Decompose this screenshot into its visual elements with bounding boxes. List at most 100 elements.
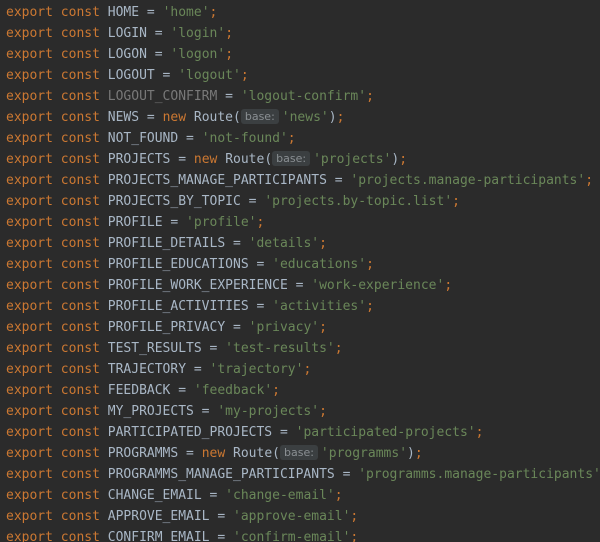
assign-operator: = — [139, 110, 163, 125]
code-line[interactable]: export const PARTICIPATED_PROJECTS = 'pa… — [6, 422, 600, 443]
code-line[interactable]: export const HOME = 'home'; — [6, 2, 600, 23]
assign-operator: = — [209, 509, 233, 524]
keyword-export: export — [6, 278, 53, 293]
keyword-const: const — [60, 152, 100, 167]
constant-name: PROGRAMMS — [107, 446, 179, 461]
constant-name: LOGON — [107, 47, 147, 62]
semicolon: ; — [350, 530, 359, 542]
code-line[interactable]: export const PROFILE_WORK_EXPERIENCE = '… — [6, 275, 600, 296]
keyword-const: const — [60, 383, 100, 398]
string-literal: 'privacy' — [248, 320, 320, 335]
semicolon: ; — [399, 152, 408, 167]
code-line[interactable]: export const PROJECTS_MANAGE_PARTICIPANT… — [6, 170, 600, 191]
constant-name: PROFILE_WORK_EXPERIENCE — [107, 278, 288, 293]
keyword-const: const — [60, 509, 100, 524]
constant-name: NOT_FOUND — [107, 131, 179, 146]
code-line[interactable]: export const PROFILE_ACTIVITIES = 'activ… — [6, 296, 600, 317]
code-line[interactable]: export const PROJECTS = new Route(base: '… — [6, 149, 600, 170]
close-paren: ) — [328, 110, 337, 125]
string-literal: 'work-experience' — [311, 278, 445, 293]
keyword-export: export — [6, 383, 53, 398]
constant-name: PROFILE_DETAILS — [107, 236, 226, 251]
string-literal: 'my-projects' — [217, 404, 320, 419]
keyword-const: const — [60, 5, 100, 20]
code-line[interactable]: export const NEWS = new Route(base:'news… — [6, 107, 600, 128]
semicolon: ; — [303, 362, 312, 377]
constant-name: NEWS — [107, 110, 140, 125]
keyword-const: const — [60, 131, 100, 146]
keyword-const: const — [60, 89, 100, 104]
keyword-const: const — [60, 194, 100, 209]
keyword-const: const — [60, 215, 100, 230]
string-literal: 'activities' — [272, 299, 367, 314]
assign-operator: = — [154, 68, 179, 83]
code-line[interactable]: export const PROGRAMMS = new Route(base:… — [6, 443, 600, 464]
keyword-export: export — [6, 89, 53, 104]
code-line[interactable]: export const PROGRAMMS_MANAGE_PARTICIPAN… — [6, 464, 600, 485]
constant-name: LOGIN — [107, 26, 147, 41]
code-line[interactable]: export const CONFIRM_EMAIL = 'confirm-em… — [6, 527, 600, 542]
keyword-const: const — [60, 425, 100, 440]
string-literal: 'logon' — [170, 47, 226, 62]
keyword-export: export — [6, 404, 53, 419]
constant-name: TRAJECTORY — [107, 362, 187, 377]
code-line[interactable]: export const PROFILE_DETAILS = 'details'… — [6, 233, 600, 254]
keyword-const: const — [60, 68, 100, 83]
constant-name: PROFILE — [107, 215, 163, 230]
assign-operator: = — [272, 425, 296, 440]
keyword-const: const — [60, 257, 100, 272]
code-line[interactable]: export const MY_PROJECTS = 'my-projects'… — [6, 401, 600, 422]
code-line[interactable]: export const PROFILE = 'profile'; — [6, 212, 600, 233]
keyword-export: export — [6, 467, 53, 482]
code-line[interactable]: export const APPROVE_EMAIL = 'approve-em… — [6, 506, 600, 527]
keyword-export: export — [6, 47, 53, 62]
code-line[interactable]: export const PROFILE_EDUCATIONS = 'educa… — [6, 254, 600, 275]
code-line[interactable]: export const LOGOUT = 'logout'; — [6, 65, 600, 86]
code-line[interactable]: export const LOGON = 'logon'; — [6, 44, 600, 65]
constant-name: MY_PROJECTS — [107, 404, 194, 419]
code-line[interactable]: export const TRAJECTORY = 'trajectory'; — [6, 359, 600, 380]
semicolon: ; — [585, 173, 594, 188]
code-line[interactable]: export const CHANGE_EMAIL = 'change-emai… — [6, 485, 600, 506]
code-line[interactable]: export const LOGIN = 'login'; — [6, 23, 600, 44]
keyword-const: const — [60, 47, 100, 62]
assign-operator: = — [201, 341, 226, 356]
code-line[interactable]: export const LOGOUT_CONFIRM = 'logout-co… — [6, 86, 600, 107]
keyword-export: export — [6, 110, 53, 125]
string-literal: 'logout-confirm' — [240, 89, 367, 104]
string-literal: 'programms.manage-participants' — [358, 467, 600, 482]
code-line[interactable]: export const PROJECTS_BY_TOPIC = 'projec… — [6, 191, 600, 212]
constant-name: FEEDBACK — [107, 383, 171, 398]
string-literal: 'projects.manage-participants' — [350, 173, 586, 188]
keyword-const: const — [60, 320, 100, 335]
keyword-export: export — [6, 215, 53, 230]
semicolon: ; — [414, 446, 423, 461]
constant-name: PROJECTS_BY_TOPIC — [107, 194, 241, 209]
keyword-export: export — [6, 488, 53, 503]
keyword-const: const — [60, 299, 100, 314]
open-paren: ( — [272, 446, 280, 461]
string-literal: 'participated-projects' — [295, 425, 476, 440]
code-line[interactable]: export const FEEDBACK = 'feedback'; — [6, 380, 600, 401]
semicolon: ; — [240, 68, 249, 83]
semicolon: ; — [319, 320, 327, 335]
string-literal: 'change-email' — [225, 488, 335, 503]
code-line[interactable]: export const NOT_FOUND = 'not-found'; — [6, 128, 600, 149]
assign-operator: = — [248, 257, 273, 272]
keyword-new: new — [193, 152, 218, 167]
assign-operator: = — [326, 173, 351, 188]
semicolon: ; — [350, 509, 359, 524]
keyword-const: const — [60, 173, 100, 188]
keyword-const: const — [60, 467, 100, 482]
string-literal: 'projects' — [313, 152, 392, 167]
constant-name: HOME — [107, 5, 140, 20]
assign-operator: = — [287, 278, 312, 293]
code-line[interactable]: export const PROFILE_PRIVACY = 'privacy'… — [6, 317, 600, 338]
keyword-export: export — [6, 236, 53, 251]
keyword-export: export — [6, 362, 53, 377]
code-editor[interactable]: export const HOME = 'home'; export const … — [0, 0, 600, 542]
string-literal: 'educations' — [272, 257, 367, 272]
code-line[interactable]: export const TEST_RESULTS = 'test-result… — [6, 338, 600, 359]
semicolon: ; — [287, 131, 296, 146]
keyword-export: export — [6, 320, 53, 335]
